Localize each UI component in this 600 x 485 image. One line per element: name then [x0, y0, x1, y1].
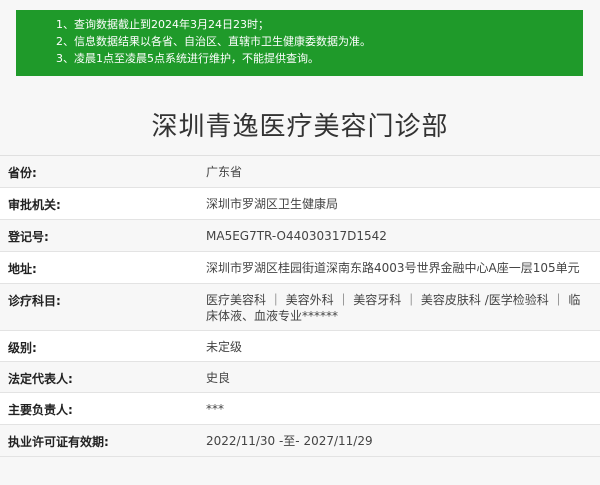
row-value: *** — [206, 402, 224, 416]
row-value: 深圳市罗湖区卫生健康局 — [206, 197, 339, 211]
page-title: 深圳青逸医疗美容门诊部 — [151, 112, 449, 142]
row-value: 深圳市罗湖区桂园街道深南东路4003号世界金融中心A座一层105单元 — [206, 261, 580, 275]
table-row: 法定代表人: 史良 — [0, 362, 600, 393]
row-label: 地址: — [8, 262, 37, 276]
table-row: 执业许可证有效期: 2022/11/30 -至- 2027/11/29 — [0, 425, 600, 457]
row-label: 执业许可证有效期: — [8, 435, 109, 449]
notice-banner: 1、查询数据截止到2024年3月24日23时； 2、信息数据结果以各省、自治区、… — [16, 10, 583, 76]
row-label: 登记号: — [8, 230, 49, 244]
row-label: 主要负责人: — [8, 403, 73, 417]
info-table: 省份: 广东省 审批机关: 深圳市罗湖区卫生健康局 登记号: MA5EG7TR-… — [0, 155, 600, 457]
row-value: 医疗美容科 ｜ 美容外科 ｜ 美容牙科 ｜ 美容皮肤科 /医学检验科 ｜ 临床体… — [206, 293, 581, 323]
row-label: 级别: — [8, 341, 37, 355]
table-row: 登记号: MA5EG7TR-O44030317D1542 — [0, 220, 600, 252]
row-value: 2022/11/30 -至- 2027/11/29 — [206, 434, 373, 448]
row-label: 法定代表人: — [8, 372, 73, 386]
row-label: 省份: — [8, 166, 37, 180]
notice-line: 3、凌晨1点至凌晨5点系统进行维护，不能提供查询。 — [56, 52, 319, 65]
notice-line: 2、信息数据结果以各省、自治区、直辖市卫生健康委数据为准。 — [56, 35, 371, 48]
table-row: 省份: 广东省 — [0, 156, 600, 188]
table-row: 审批机关: 深圳市罗湖区卫生健康局 — [0, 188, 600, 220]
row-value: 广东省 — [206, 165, 243, 179]
table-row: 地址: 深圳市罗湖区桂园街道深南东路4003号世界金融中心A座一层105单元 — [0, 252, 600, 284]
row-value: MA5EG7TR-O44030317D1542 — [206, 229, 387, 243]
row-label: 审批机关: — [8, 198, 61, 212]
row-value: 未定级 — [206, 340, 243, 354]
row-label: 诊疗科目: — [8, 294, 61, 308]
table-row: 级别: 未定级 — [0, 331, 600, 362]
notice-line: 1、查询数据截止到2024年3月24日23时； — [56, 18, 269, 31]
row-value: 史良 — [206, 371, 231, 385]
table-row: 主要负责人: *** — [0, 393, 600, 425]
table-row: 诊疗科目: 医疗美容科 ｜ 美容外科 ｜ 美容牙科 ｜ 美容皮肤科 /医学检验科… — [0, 284, 600, 331]
